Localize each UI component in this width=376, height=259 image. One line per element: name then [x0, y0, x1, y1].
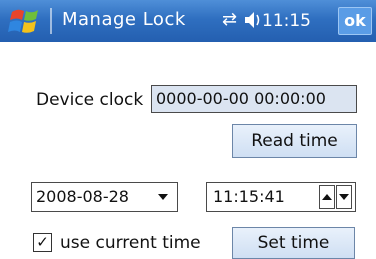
use-current-time-label[interactable]: use current time	[60, 233, 201, 253]
ok-button[interactable]: ok	[338, 7, 372, 35]
set-time-button[interactable]: Set time	[232, 227, 355, 259]
date-value: 2008-08-28	[36, 187, 129, 206]
read-time-button[interactable]: Read time	[232, 124, 357, 158]
date-picker[interactable]: 2008-08-28	[31, 182, 178, 212]
windows-flag-icon	[8, 9, 38, 33]
time-value: 11:15:41	[213, 187, 285, 206]
spin-up-button[interactable]	[319, 185, 335, 209]
speaker-icon[interactable]	[244, 9, 262, 37]
device-clock-field: 0000-00-00 00:00:00	[151, 85, 357, 113]
start-button[interactable]	[8, 6, 42, 36]
title-separator	[50, 8, 52, 34]
chevron-down-icon[interactable]	[158, 194, 168, 200]
connectivity-icon[interactable]: ⇄	[222, 10, 237, 30]
spin-down-button[interactable]	[336, 185, 352, 209]
title-bar: Manage Lock ⇄ 11:15 ok	[0, 0, 376, 42]
use-current-time-checkbox[interactable]: ✓	[33, 233, 52, 252]
status-clock[interactable]: 11:15	[262, 9, 311, 33]
time-picker[interactable]: 11:15:41	[206, 182, 356, 212]
window-title: Manage Lock	[62, 9, 186, 30]
device-clock-label: Device clock	[36, 90, 144, 110]
